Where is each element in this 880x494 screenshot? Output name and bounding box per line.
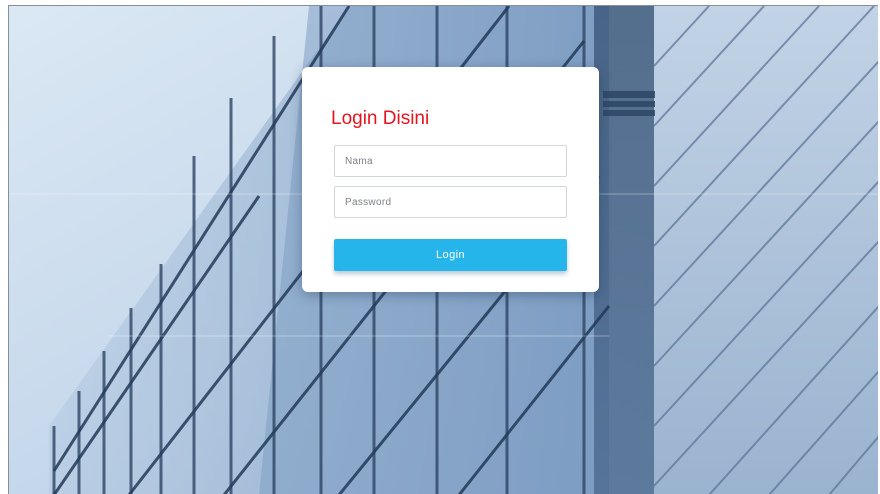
nama-input[interactable] bbox=[334, 145, 567, 177]
louver-detail bbox=[603, 91, 655, 116]
login-button[interactable]: Login bbox=[334, 239, 567, 271]
login-card: Login Disini Login bbox=[302, 67, 599, 292]
page-frame: Login Disini Login bbox=[8, 5, 878, 494]
password-input[interactable] bbox=[334, 186, 567, 218]
login-title: Login Disini bbox=[331, 108, 430, 129]
